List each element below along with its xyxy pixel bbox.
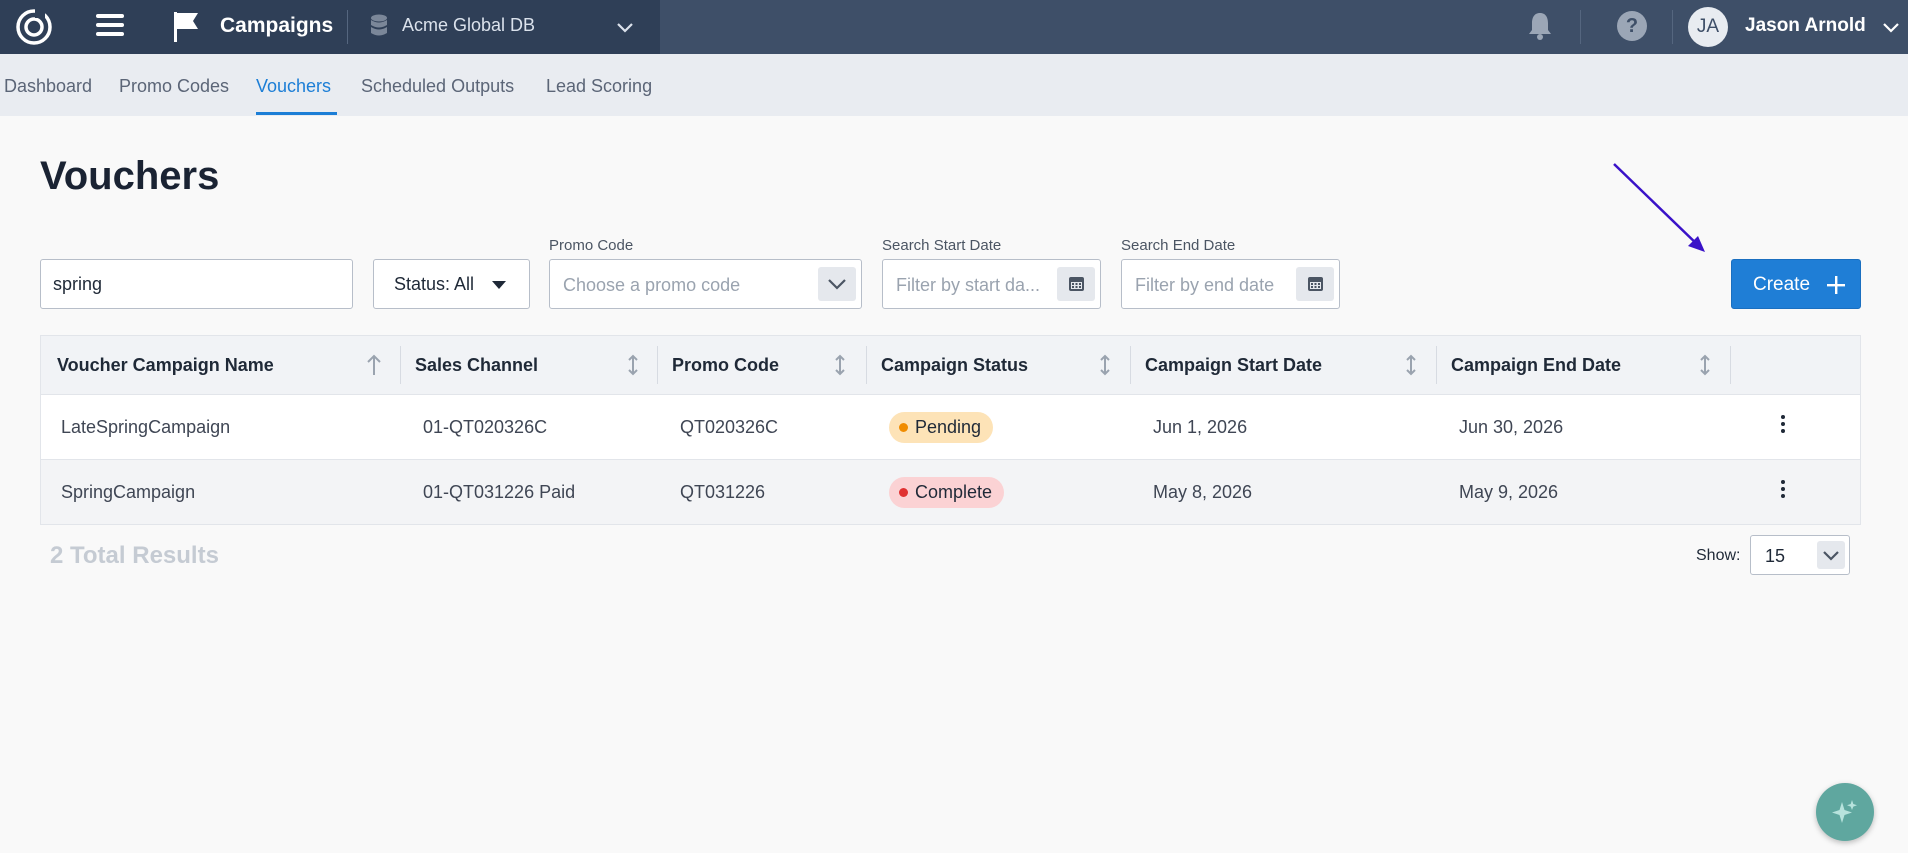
column-header-name[interactable]: Voucher Campaign Name xyxy=(57,355,274,376)
column-header-sales-channel[interactable]: Sales Channel xyxy=(415,355,538,376)
cell-start-date: May 8, 2026 xyxy=(1153,482,1253,502)
caret-down-icon xyxy=(492,281,506,289)
end-date-calendar-button[interactable] xyxy=(1296,267,1334,301)
total-results: 2 Total Results xyxy=(50,542,219,569)
divider xyxy=(347,10,348,44)
vouchers-table: Voucher Campaign Name Sales Channel Prom… xyxy=(40,335,1861,525)
cell-end-date: Jun 30, 2026 xyxy=(1459,417,1564,437)
annotation-arrow xyxy=(1613,163,1705,252)
chevron-down-icon xyxy=(1823,551,1839,561)
column-divider xyxy=(657,346,658,384)
create-button[interactable]: Create xyxy=(1731,259,1861,309)
sort-icon[interactable] xyxy=(1697,353,1713,377)
kebab-icon[interactable] xyxy=(1779,480,1787,504)
table-row[interactable]: SpringCampaign 01-QT031226 Paid QT031226… xyxy=(41,460,1860,525)
status-badge-label: Complete xyxy=(915,482,993,502)
ai-assistant-button[interactable] xyxy=(1816,783,1874,841)
status-dot xyxy=(899,488,908,497)
promo-code-toggle[interactable] xyxy=(818,267,856,301)
end-date-placeholder: Filter by end date xyxy=(1135,275,1275,295)
app-logo-icon[interactable] xyxy=(14,7,54,47)
sort-icon[interactable] xyxy=(625,353,641,377)
sort-icon[interactable] xyxy=(1403,353,1419,377)
kebab-icon[interactable] xyxy=(1779,415,1787,439)
tab-vouchers[interactable]: Vouchers xyxy=(256,76,331,97)
sort-icon[interactable] xyxy=(832,353,848,377)
start-date-field[interactable]: Filter by start da... xyxy=(882,259,1101,309)
status-dot xyxy=(899,423,908,432)
promo-code-select[interactable]: Choose a promo code xyxy=(549,259,862,309)
column-divider xyxy=(1730,346,1731,384)
status-badge: Complete xyxy=(889,477,1005,508)
calendar-icon xyxy=(1069,277,1084,291)
app-name: Campaigns xyxy=(220,14,334,37)
end-date-label: Search End Date xyxy=(1121,237,1236,254)
column-header-end-date[interactable]: Campaign End Date xyxy=(1451,355,1621,376)
search-input[interactable] xyxy=(40,259,353,309)
chevron-down-icon xyxy=(828,279,846,290)
bell-icon[interactable] xyxy=(1525,10,1555,42)
database-icon xyxy=(371,14,387,36)
chevron-down-icon[interactable] xyxy=(1880,16,1902,38)
start-date-placeholder: Filter by start da... xyxy=(896,275,1041,295)
tab-dashboard[interactable]: Dashboard xyxy=(4,76,92,97)
help-icon[interactable]: ? xyxy=(1617,11,1647,41)
column-header-promo-code[interactable]: Promo Code xyxy=(672,355,779,376)
table-row[interactable]: LateSpringCampaign 01-QT020326C QT020326… xyxy=(41,395,1860,460)
promo-code-placeholder: Choose a promo code xyxy=(563,275,741,295)
divider xyxy=(1580,10,1581,44)
tab-promo-codes[interactable]: Promo Codes xyxy=(119,76,229,97)
page-size-value: 15 xyxy=(1765,546,1786,566)
sort-ascending-icon[interactable] xyxy=(366,353,382,377)
cell-sales-channel: 01-QT031226 Paid xyxy=(423,482,576,502)
column-divider xyxy=(866,346,867,384)
plus-icon xyxy=(1827,276,1845,294)
end-date-field[interactable]: Filter by end date xyxy=(1121,259,1340,309)
column-divider xyxy=(1436,346,1437,384)
page-size-toggle[interactable] xyxy=(1817,541,1845,569)
menu-icon[interactable] xyxy=(96,14,124,40)
table-header: Voucher Campaign Name Sales Channel Prom… xyxy=(41,336,1860,395)
start-date-calendar-button[interactable] xyxy=(1057,267,1095,301)
status-filter-label: Status: All xyxy=(394,274,475,294)
promo-code-label: Promo Code xyxy=(549,237,634,254)
tab-lead-scoring[interactable]: Lead Scoring xyxy=(546,76,652,97)
flag-icon xyxy=(174,12,198,42)
column-divider xyxy=(400,346,401,384)
create-button-label: Create xyxy=(1753,274,1811,295)
sub-navigation: Dashboard Promo Codes Vouchers Scheduled… xyxy=(0,54,1908,116)
calendar-icon xyxy=(1308,277,1323,291)
column-header-start-date[interactable]: Campaign Start Date xyxy=(1145,355,1322,376)
page-title: Vouchers xyxy=(40,154,220,198)
avatar[interactable]: JA xyxy=(1688,7,1728,47)
cell-end-date: May 9, 2026 xyxy=(1459,482,1559,502)
sparkle-icon xyxy=(1832,800,1857,823)
user-name[interactable]: Jason Arnold xyxy=(1745,15,1866,37)
database-selector[interactable]: Acme Global DB xyxy=(402,15,535,36)
top-bar: Campaigns Acme Global DB ? JA Jason Arno… xyxy=(0,0,1908,54)
status-badge: Pending xyxy=(889,412,994,443)
page-size-label: Show: xyxy=(1696,547,1741,564)
cell-start-date: Jun 1, 2026 xyxy=(1153,417,1248,437)
status-filter-dropdown[interactable]: Status: All xyxy=(373,259,530,309)
cell-name: SpringCampaign xyxy=(61,482,196,502)
cell-sales-channel: 01-QT020326C xyxy=(423,417,548,437)
start-date-label: Search Start Date xyxy=(882,237,1002,254)
cell-name: LateSpringCampaign xyxy=(61,417,231,437)
sort-icon[interactable] xyxy=(1097,353,1113,377)
status-badge-label: Pending xyxy=(915,417,982,437)
cell-promo-code: QT020326C xyxy=(680,417,779,437)
tab-scheduled-outputs[interactable]: Scheduled Outputs xyxy=(361,76,514,97)
chevron-down-icon[interactable] xyxy=(614,16,636,38)
page-size-select[interactable]: 15 xyxy=(1750,535,1850,575)
cell-promo-code: QT031226 xyxy=(680,482,766,502)
divider xyxy=(1672,10,1673,44)
active-tab-indicator xyxy=(256,112,337,115)
column-divider xyxy=(1130,346,1131,384)
column-header-campaign-status[interactable]: Campaign Status xyxy=(881,355,1028,376)
